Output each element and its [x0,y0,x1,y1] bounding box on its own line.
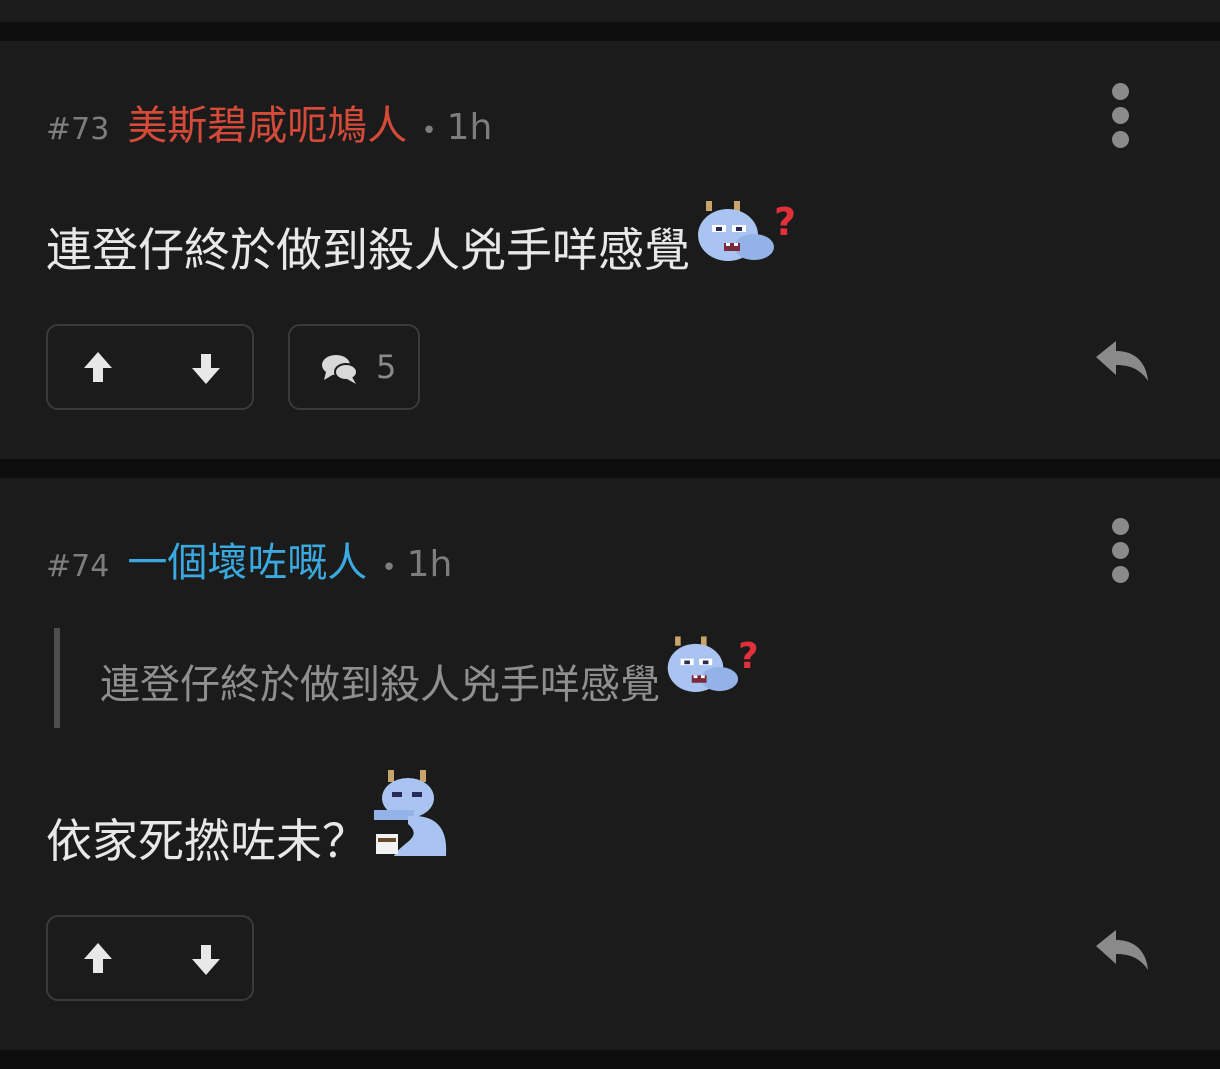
arrow-down-icon [192,354,220,384]
tea-drinking-dragon-sticker [372,768,452,871]
post-meta: #73 美斯碧咸呃鳩人 • 1h [46,93,492,151]
meta-separator: • [421,116,437,146]
username[interactable]: 美斯碧咸呃鳩人 [127,93,407,151]
comment-count: 5 [376,348,397,386]
svg-text:?: ? [738,636,758,677]
post-text: 依家死撚咗未？ [46,814,368,868]
comments-icon [322,355,358,384]
reply-button[interactable] [1092,337,1152,387]
post-time: 1h [446,107,493,148]
reply-icon [1096,341,1148,381]
arrow-down-icon [192,945,220,975]
meta-separator: • [381,553,397,583]
reply-button[interactable] [1092,926,1152,976]
confused-dragon-sticker: ? [664,634,764,710]
more-options-button[interactable] [1100,81,1140,151]
post-74: #74 一個壞咗嘅人 • 1h 連登仔終於做到殺人兇手咩感覺 ? 依家死撚咗未？ [0,478,1220,1050]
downvote-button[interactable] [186,346,226,390]
username[interactable]: 一個壞咗嘅人 [127,530,367,588]
previous-post-edge [0,0,1220,22]
comments-button[interactable]: 5 [288,324,420,410]
vote-controls [46,324,254,410]
post-number: #73 [46,112,110,147]
upvote-button[interactable] [78,937,118,981]
post-number: #74 [46,549,110,584]
downvote-button[interactable] [186,937,226,981]
upvote-button[interactable] [78,346,118,390]
arrow-up-icon [84,943,112,973]
quote-content: 連登仔終於做到殺人兇手咩感覺 ? [100,634,764,710]
svg-text:?: ? [774,200,796,244]
post-content: 依家死撚咗未？ [46,768,452,871]
post-time: 1h [406,544,453,585]
more-options-button[interactable] [1100,516,1140,586]
vote-controls [46,915,254,1001]
post-73: #73 美斯碧咸呃鳩人 • 1h 連登仔終於做到殺人兇手咩感覺 ? 5 [0,41,1220,459]
reply-icon [1096,930,1148,970]
confused-dragon-sticker: ? [694,199,802,280]
thread-page: #73 美斯碧咸呃鳩人 • 1h 連登仔終於做到殺人兇手咩感覺 ? 5 #74 … [0,0,1220,1069]
post-content: 連登仔終於做到殺人兇手咩感覺 ? [46,199,802,280]
arrow-up-icon [84,352,112,382]
post-meta: #74 一個壞咗嘅人 • 1h [46,530,452,588]
quoted-post[interactable]: 連登仔終於做到殺人兇手咩感覺 ? [54,628,954,728]
quote-bar [54,628,60,728]
post-text: 連登仔終於做到殺人兇手咩感覺 [46,223,690,277]
quote-text: 連登仔終於做到殺人兇手咩感覺 [100,662,660,708]
